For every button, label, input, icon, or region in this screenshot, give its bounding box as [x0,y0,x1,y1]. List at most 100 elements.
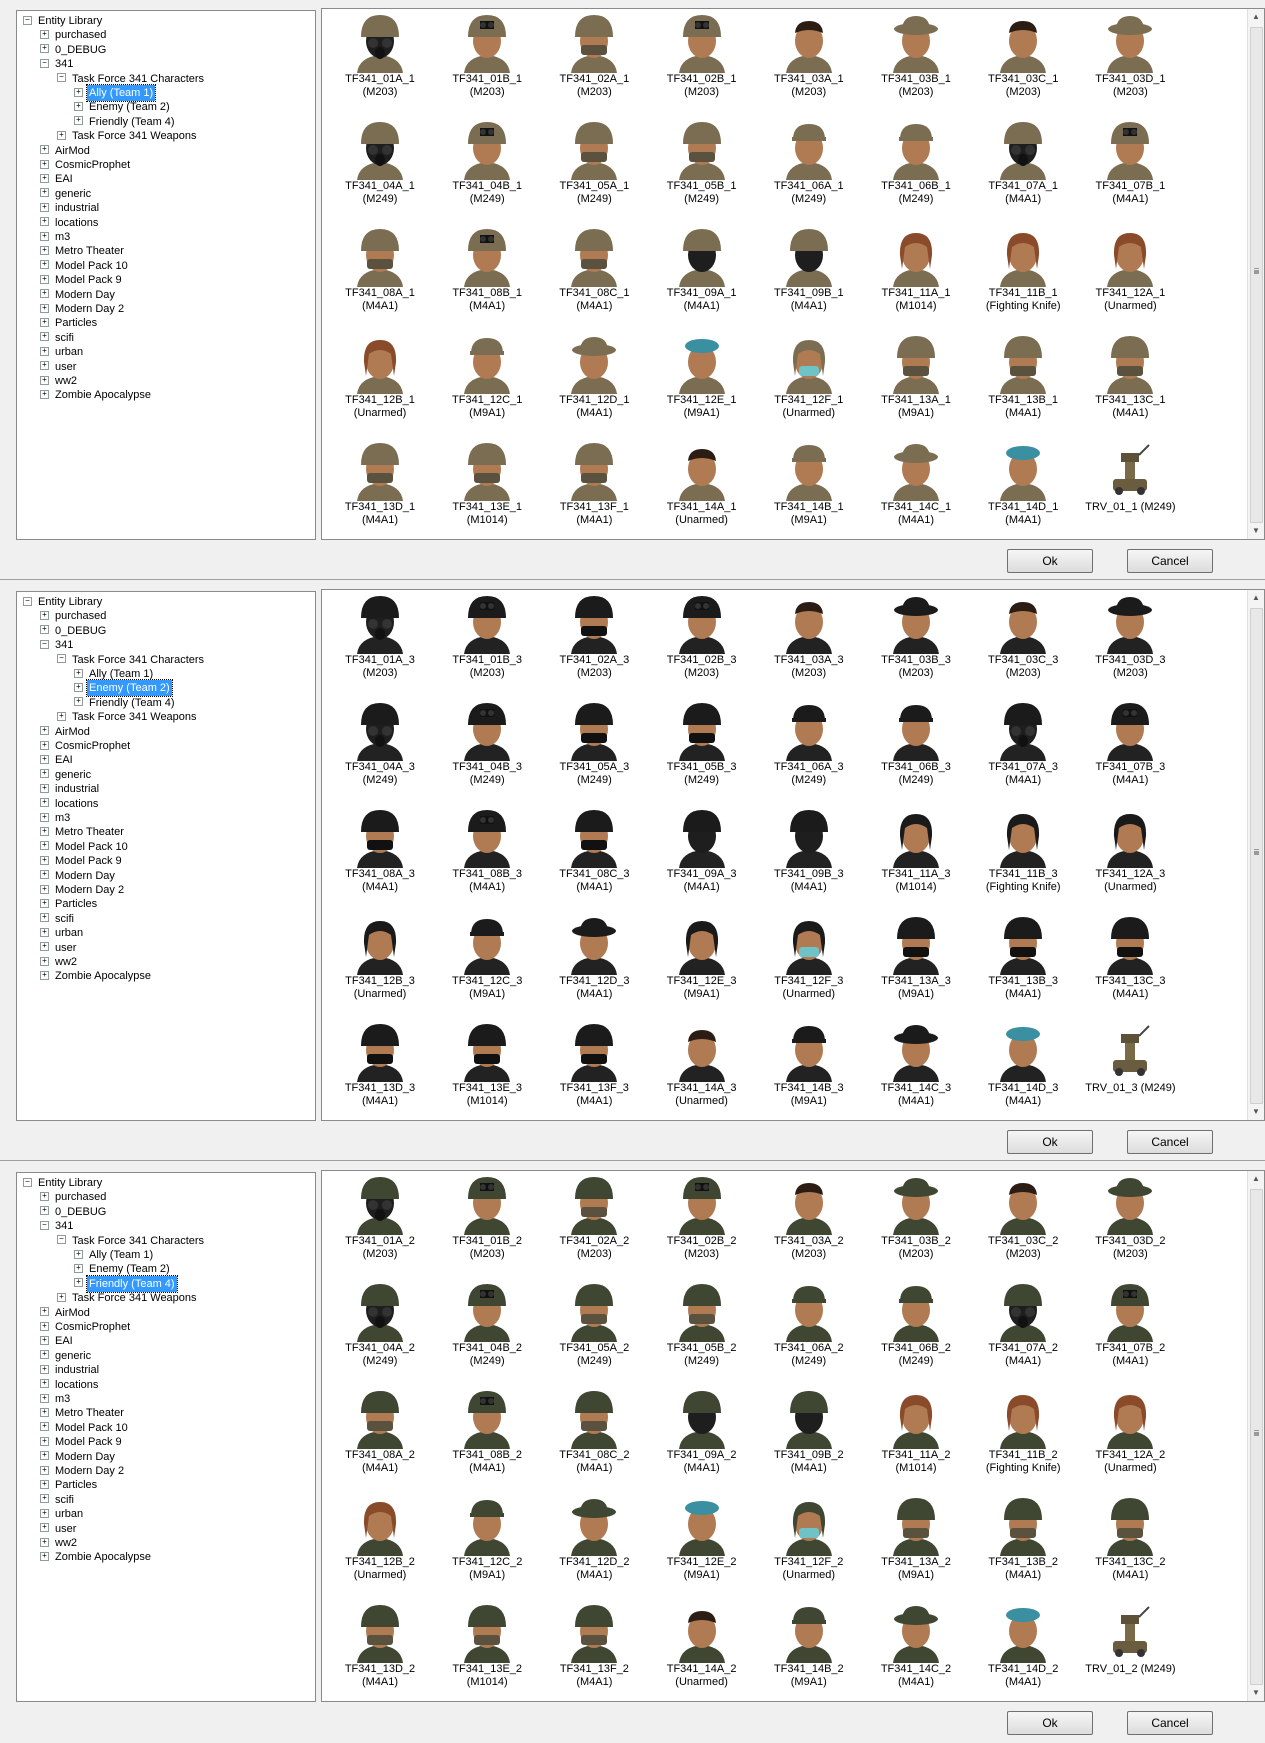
expand-toggle-icon[interactable]: + [40,956,49,966]
entity-thumbnail[interactable]: TF341_13B_3 (M4A1) [970,913,1076,1001]
cancel-button[interactable]: Cancel [1127,1711,1213,1735]
entity-thumbnail[interactable]: TF341_03D_3 (M203) [1077,592,1183,680]
entity-thumbnail[interactable]: TF341_07B_1 (M4A1) [1077,118,1183,206]
entity-thumbnail[interactable]: TF341_13D_3 (M4A1) [327,1020,433,1108]
entity-thumbnail[interactable]: TRV_01_1 (M249) [1077,439,1183,514]
expand-toggle-icon[interactable]: + [40,1307,49,1317]
expand-toggle-icon[interactable]: + [74,682,83,692]
expand-toggle-icon[interactable]: + [40,870,49,880]
entity-thumbnail[interactable]: TF341_12F_3 (Unarmed) [756,913,862,1001]
vertical-scrollbar[interactable]: ▲ ▼ [1247,590,1264,1120]
scroll-up-arrow-icon[interactable]: ▲ [1248,9,1264,25]
expand-toggle-icon[interactable]: + [40,1494,49,1504]
entity-thumbnail[interactable]: TF341_09A_2 (M4A1) [649,1387,755,1475]
entity-thumbnail[interactable]: TF341_04A_2 (M249) [327,1280,433,1368]
expand-toggle-icon[interactable]: + [40,769,49,779]
entity-thumbnail[interactable]: TF341_08C_2 (M4A1) [541,1387,647,1475]
entity-thumbnail[interactable]: TF341_05A_1 (M249) [541,118,647,206]
entity-thumbnail[interactable]: TF341_14A_2 (Unarmed) [649,1601,755,1689]
expand-toggle-icon[interactable]: + [40,260,49,270]
ok-button[interactable]: Ok [1007,1130,1093,1154]
entity-thumbnail[interactable]: TF341_14C_2 (M4A1) [863,1601,969,1689]
entity-tree[interactable]: − Entity Library + purchased +0_DEBUG −341− Ta… [16,10,316,540]
entity-thumbnail[interactable]: TF341_04B_2 (M249) [434,1280,540,1368]
entity-thumbnail[interactable]: TF341_12D_3 (M4A1) [541,913,647,1001]
entity-thumbnail[interactable]: TF341_06A_2 (M249) [756,1280,862,1368]
expand-toggle-icon[interactable]: + [40,289,49,299]
entity-thumbnail[interactable]: TF341_06B_2 (M249) [863,1280,969,1368]
expand-toggle-icon[interactable]: + [40,812,49,822]
collapse-toggle-icon[interactable]: − [40,1220,49,1230]
entity-thumbnail[interactable]: TF341_08B_2 (M4A1) [434,1387,540,1475]
entity-thumbnail[interactable]: TF341_12C_1 (M9A1) [434,332,540,420]
expand-toggle-icon[interactable]: + [40,1321,49,1331]
collapse-toggle-icon[interactable]: − [23,1177,32,1187]
entity-thumbnail[interactable]: TF341_11A_3 (M1014) [863,806,969,894]
entity-thumbnail[interactable]: TF341_13E_1 (M1014) [434,439,540,527]
collapse-toggle-icon[interactable]: − [57,654,66,664]
expand-toggle-icon[interactable]: + [40,726,49,736]
entity-thumbnail[interactable]: TF341_13F_3 (M4A1) [541,1020,647,1108]
collapse-toggle-icon[interactable]: − [23,15,32,25]
tree-item-zombie-apocalypse[interactable]: + Zombie Apocalypse [40,1549,153,1565]
expand-toggle-icon[interactable]: + [74,1249,83,1259]
entity-thumbnail[interactable]: TF341_12F_1 (Unarmed) [756,332,862,420]
ok-button[interactable]: Ok [1007,1711,1093,1735]
expand-toggle-icon[interactable]: + [40,884,49,894]
expand-toggle-icon[interactable]: + [40,625,49,635]
expand-toggle-icon[interactable]: + [40,1393,49,1403]
expand-toggle-icon[interactable]: + [40,970,49,980]
expand-toggle-icon[interactable]: + [40,303,49,313]
entity-thumbnail[interactable]: TF341_12E_3 (M9A1) [649,913,755,1001]
expand-toggle-icon[interactable]: + [74,668,83,678]
vertical-scrollbar[interactable]: ▲ ▼ [1247,9,1264,539]
entity-thumbnail[interactable]: TF341_08A_2 (M4A1) [327,1387,433,1475]
entity-thumbnail[interactable]: TF341_09A_3 (M4A1) [649,806,755,894]
expand-toggle-icon[interactable]: + [74,1263,83,1273]
entity-thumbnail[interactable]: TF341_12F_2 (Unarmed) [756,1494,862,1582]
expand-toggle-icon[interactable]: + [40,188,49,198]
collapse-toggle-icon[interactable]: − [40,639,49,649]
entity-thumbnail[interactable]: TF341_05A_3 (M249) [541,699,647,787]
expand-toggle-icon[interactable]: + [40,1422,49,1432]
expand-toggle-icon[interactable]: + [57,711,66,721]
entity-thumbnail[interactable]: TF341_11B_3 (Fighting Knife) [970,806,1076,894]
expand-toggle-icon[interactable]: + [40,29,49,39]
thumbnail-grid[interactable]: TF341_01A_1 (M203) TF341_01B_1 (M203) TF341_… [321,8,1265,540]
entity-thumbnail[interactable]: TF341_04A_3 (M249) [327,699,433,787]
expand-toggle-icon[interactable]: + [40,159,49,169]
scroll-down-arrow-icon[interactable]: ▼ [1248,1104,1264,1120]
entity-thumbnail[interactable]: TF341_07A_3 (M4A1) [970,699,1076,787]
entity-tree[interactable]: − Entity Library + purchased +0_DEBUG −341− Ta… [16,1172,316,1702]
expand-toggle-icon[interactable]: + [40,375,49,385]
expand-toggle-icon[interactable]: + [40,798,49,808]
entity-thumbnail[interactable]: TF341_09A_1 (M4A1) [649,225,755,313]
entity-thumbnail[interactable]: TF341_07B_2 (M4A1) [1077,1280,1183,1368]
entity-thumbnail[interactable]: TF341_14B_1 (M9A1) [756,439,862,527]
entity-thumbnail[interactable]: TF341_14D_2 (M4A1) [970,1601,1076,1689]
entity-thumbnail[interactable]: TF341_09B_2 (M4A1) [756,1387,862,1475]
entity-thumbnail[interactable]: TF341_03B_1 (M203) [863,11,969,99]
expand-toggle-icon[interactable]: + [40,1537,49,1547]
entity-thumbnail[interactable]: TF341_13D_2 (M4A1) [327,1601,433,1689]
scroll-up-arrow-icon[interactable]: ▲ [1248,590,1264,606]
entity-thumbnail[interactable]: TF341_13F_2 (M4A1) [541,1601,647,1689]
expand-toggle-icon[interactable]: + [40,826,49,836]
entity-thumbnail[interactable]: TF341_05B_1 (M249) [649,118,755,206]
collapse-toggle-icon[interactable]: − [57,1235,66,1245]
expand-toggle-icon[interactable]: + [40,1407,49,1417]
entity-thumbnail[interactable]: TF341_12E_1 (M9A1) [649,332,755,420]
expand-toggle-icon[interactable]: + [40,898,49,908]
expand-toggle-icon[interactable]: + [74,697,83,707]
entity-thumbnail[interactable]: TF341_02A_2 (M203) [541,1173,647,1261]
entity-thumbnail[interactable]: TF341_09B_1 (M4A1) [756,225,862,313]
entity-thumbnail[interactable]: TF341_03C_1 (M203) [970,11,1076,99]
entity-thumbnail[interactable]: TF341_14D_1 (M4A1) [970,439,1076,527]
entity-thumbnail[interactable]: TF341_12A_3 (Unarmed) [1077,806,1183,894]
expand-toggle-icon[interactable]: + [40,1335,49,1345]
expand-toggle-icon[interactable]: + [40,202,49,212]
expand-toggle-icon[interactable]: + [40,783,49,793]
entity-thumbnail[interactable]: TF341_13C_2 (M4A1) [1077,1494,1183,1582]
entity-thumbnail[interactable]: TF341_08C_3 (M4A1) [541,806,647,894]
scroll-down-arrow-icon[interactable]: ▼ [1248,523,1264,539]
